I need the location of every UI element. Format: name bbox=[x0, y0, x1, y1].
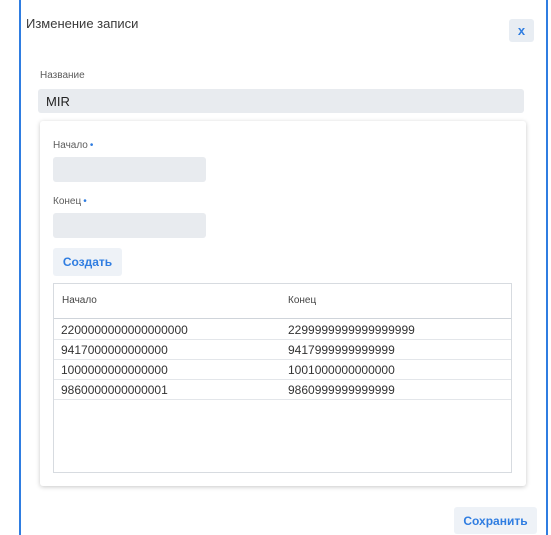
start-label-text: Начало bbox=[53, 140, 88, 151]
required-marker: • bbox=[89, 140, 94, 151]
cell-end: 1001000000000000 bbox=[288, 363, 395, 377]
table-row[interactable]: 1000000000000000 1001000000000000 bbox=[54, 360, 511, 380]
start-input[interactable] bbox=[53, 157, 206, 182]
end-input[interactable] bbox=[53, 213, 206, 238]
cell-start: 9860000000000001 bbox=[61, 383, 168, 397]
dialog-title: Изменение записи bbox=[26, 16, 139, 31]
end-label-text: Конец bbox=[53, 196, 82, 207]
required-marker: • bbox=[83, 196, 87, 207]
range-card: Начало • Конец • Создать Начало Конец 2200… bbox=[40, 121, 526, 486]
name-input[interactable] bbox=[38, 89, 524, 113]
table-header: Начало Конец bbox=[54, 284, 511, 319]
name-label: Название bbox=[40, 70, 85, 81]
cell-end: 2299999999999999999 bbox=[288, 323, 415, 337]
edit-record-dialog: Изменение записи x Название Начало• Коне… bbox=[19, 0, 548, 535]
create-button[interactable]: Создать bbox=[53, 248, 122, 276]
cell-end: 9417999999999999 bbox=[288, 343, 395, 357]
start-label: Начало • bbox=[53, 140, 93, 151]
cell-start: 2200000000000000000 bbox=[61, 323, 188, 337]
cell-start: 1000000000000000 bbox=[61, 363, 168, 377]
end-label: Конец • bbox=[53, 196, 87, 207]
table-row[interactable]: 9417000000000000 9417999999999999 bbox=[54, 340, 511, 360]
column-header-start[interactable]: Начало bbox=[62, 295, 97, 306]
close-icon: x bbox=[517, 23, 526, 38]
cell-start: 9417000000000000 bbox=[61, 343, 168, 357]
save-button[interactable]: Сохранить bbox=[454, 507, 537, 534]
cell-end: 9860999999999999 bbox=[288, 383, 395, 397]
column-header-end[interactable]: Конец bbox=[288, 295, 316, 306]
ranges-table: Начало Конец 2200000000000000000 2299999… bbox=[53, 283, 512, 473]
close-button[interactable]: x bbox=[509, 19, 534, 42]
table-row[interactable]: 2200000000000000000 2299999999999999999 bbox=[54, 320, 511, 340]
table-row[interactable]: 9860000000000001 9860999999999999 bbox=[54, 380, 511, 400]
